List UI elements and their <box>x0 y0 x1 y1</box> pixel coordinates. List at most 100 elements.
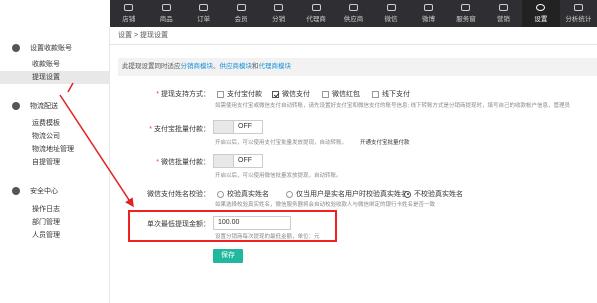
checkbox-label: 微信支付 <box>282 91 310 98</box>
withdraw-methods-hint: 如需使用支付宝或微信支付自动转账，请先设置好支付宝和微信支付的账号信息; 线下转… <box>215 103 571 109</box>
sidebar-item-freight-template[interactable]: 运费模板 <box>0 117 110 130</box>
topnav-label: 分销 <box>272 16 286 23</box>
required-mark: * <box>156 91 159 98</box>
radio-label: 仅当用户是实名用户时校验真实姓名 <box>296 191 408 198</box>
topnav-label: 服务窗 <box>456 16 476 23</box>
top-navigation: 店铺 商品 订单 会员 分销 代理商 供应商 微信 微博 服务窗 营销 设置 分析统计 <box>110 0 597 27</box>
sidebar-group-title: 物流配送 <box>30 103 58 110</box>
toggle-state: OFF <box>238 123 252 130</box>
radio-no-name-check[interactable]: 不校验真实姓名 <box>404 189 463 199</box>
sidebar-group-header[interactable]: 设置收款账号 <box>0 41 110 55</box>
sidebar: 设置收款账号 收款账号 提现设置 物流配送 运费模板 物流公司 物流地址管理 自… <box>0 27 110 303</box>
weibo-icon <box>423 4 433 11</box>
topnav-item[interactable]: 代理商 <box>297 0 334 27</box>
topnav-item[interactable]: 分析统计 <box>560 0 597 27</box>
toggle-knob <box>214 121 234 133</box>
info-text: 此提现设置同时适应 <box>122 63 181 70</box>
supplier-module-link[interactable]: 供应商模块 <box>220 63 253 70</box>
top-bar: 店铺 商品 订单 会员 分销 代理商 供应商 微信 微博 服务窗 营销 设置 分析统计 <box>0 0 597 27</box>
sidebar-item-withdraw-settings[interactable]: 提现设置 <box>0 71 110 84</box>
sidebar-item-logistics-company[interactable]: 物流公司 <box>0 130 110 143</box>
supplier-icon <box>349 4 359 11</box>
radio-label: 不校验真实姓名 <box>414 191 463 198</box>
distribution-icon <box>274 4 284 11</box>
required-mark: * <box>149 126 152 133</box>
sidebar-group-security: 安全中心 操作日志 部门管理 人员管理 <box>0 184 110 242</box>
open-alipay-batch-link[interactable]: 开通支付宝批量付款 <box>360 138 410 146</box>
info-banner: 此提现设置同时适应分销商模块、供应商模块和代理商模块 <box>118 58 597 76</box>
topnav-item[interactable]: 店铺 <box>110 0 147 27</box>
sidebar-group-title: 设置收款账号 <box>30 45 72 52</box>
topnav-label: 营销 <box>496 16 510 23</box>
alipay-batch-label: * 支付宝批量付款： <box>100 124 210 134</box>
topnav-label: 设置 <box>534 16 548 23</box>
shop-icon <box>124 4 134 11</box>
truck-icon <box>12 102 20 110</box>
label-text: 支付宝批量付款： <box>154 126 210 133</box>
topnav-item[interactable]: 服务窗 <box>447 0 484 27</box>
goods-icon <box>161 4 171 11</box>
label-text: 微信批量付款： <box>161 159 210 166</box>
sidebar-group-header[interactable]: 物流配送 <box>0 99 110 113</box>
topnav-label: 分析统计 <box>565 16 592 23</box>
radio-check-real-name[interactable]: 校验真实姓名 <box>217 189 269 199</box>
annotation-highlight-box <box>128 210 337 242</box>
member-icon <box>236 4 246 11</box>
checkbox-label: 微信红包 <box>332 91 360 98</box>
required-mark: * <box>156 159 159 166</box>
radio-check-real-name-verified-only[interactable]: 仅当用户是实名用户时校验真实姓名 <box>286 189 408 199</box>
topnav-item[interactable]: 微信 <box>372 0 409 27</box>
checkbox-label: 线下支付 <box>382 91 410 98</box>
sidebar-item-receiving-account[interactable]: 收款账号 <box>0 58 110 71</box>
save-button[interactable]: 保存 <box>213 249 243 263</box>
topnav-label: 店铺 <box>122 16 136 23</box>
sidebar-item-operation-log[interactable]: 操作日志 <box>0 203 110 216</box>
agent-module-link[interactable]: 代理商模块 <box>259 63 292 70</box>
topnav-item[interactable]: 营销 <box>485 0 522 27</box>
alipay-batch-toggle[interactable]: OFF <box>213 120 263 134</box>
topnav-item[interactable]: 分销 <box>260 0 297 27</box>
checkbox-wechat-redpacket[interactable]: 微信红包 <box>322 89 360 99</box>
sidebar-item-department[interactable]: 部门管理 <box>0 216 110 229</box>
wechat-batch-toggle[interactable]: OFF <box>213 154 263 168</box>
checkbox-alipay[interactable]: 支付宝付款 <box>217 89 262 99</box>
analytics-icon <box>573 4 583 11</box>
divider <box>110 44 597 45</box>
sidebar-item-self-pickup[interactable]: 自提管理 <box>0 156 110 169</box>
checkbox-box[interactable] <box>272 90 279 98</box>
radio-dot[interactable] <box>404 190 411 198</box>
radio-dot[interactable] <box>286 190 293 198</box>
checkbox-box[interactable] <box>372 90 379 98</box>
marketing-icon <box>498 4 508 11</box>
wechat-batch-hint: 开启以后，可以使用微信批量发放提现，自动转账。 <box>215 173 342 179</box>
service-window-icon <box>461 4 471 11</box>
sidebar-group-payment: 设置收款账号 收款账号 提现设置 <box>0 41 110 84</box>
checkbox-box[interactable] <box>322 90 329 98</box>
topnav-label: 商品 <box>159 16 173 23</box>
distributor-module-link[interactable]: 分销商模块 <box>181 63 214 70</box>
topnav-item[interactable]: 订单 <box>185 0 222 27</box>
checkbox-label: 支付宝付款 <box>227 91 262 98</box>
checkbox-box[interactable] <box>217 90 224 98</box>
radio-label: 校验真实姓名 <box>227 191 269 198</box>
label-text: 提现支持方式： <box>161 91 210 98</box>
wechat-icon <box>386 4 396 11</box>
checkbox-wechat-pay[interactable]: 微信支付 <box>272 89 310 99</box>
radio-dot[interactable] <box>217 190 224 198</box>
sidebar-item-logistics-address[interactable]: 物流地址管理 <box>0 143 110 156</box>
sidebar-item-staff[interactable]: 人员管理 <box>0 229 110 242</box>
toggle-knob <box>214 155 234 167</box>
order-icon <box>199 4 209 11</box>
agent-icon <box>311 4 321 11</box>
sidebar-group-title: 安全中心 <box>30 188 58 195</box>
topnav-item[interactable]: 商品 <box>147 0 184 27</box>
alipay-batch-hint: 开启以后，可以使用支付宝批量发放提现，自动转账。 <box>215 140 348 146</box>
topnav-item[interactable]: 微博 <box>410 0 447 27</box>
topnav-item[interactable]: 供应商 <box>335 0 372 27</box>
checkbox-offline-pay[interactable]: 线下支付 <box>372 89 410 99</box>
shield-icon <box>12 187 20 195</box>
topnav-item[interactable]: 设置 <box>522 0 560 27</box>
topnav-item[interactable]: 会员 <box>222 0 259 27</box>
topnav-label: 代理商 <box>306 16 326 23</box>
sidebar-group-header[interactable]: 安全中心 <box>0 184 110 198</box>
